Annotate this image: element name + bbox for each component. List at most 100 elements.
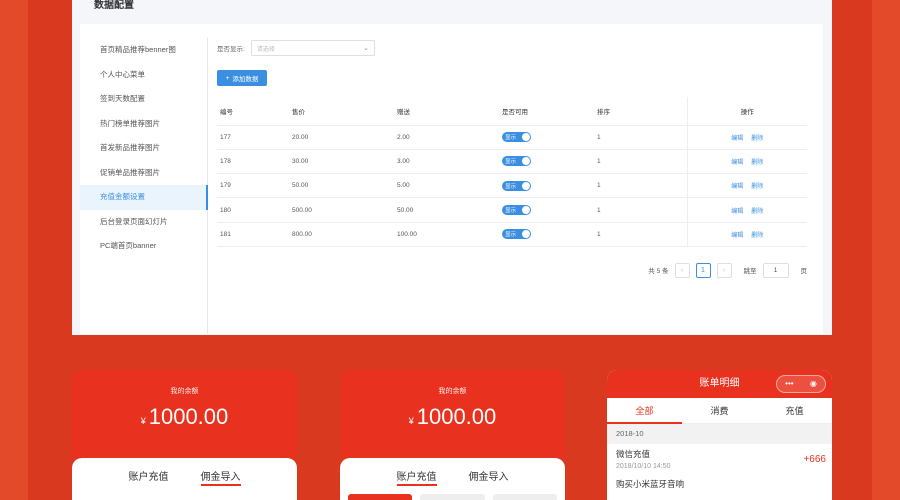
tab-recharge[interactable]: 充值	[757, 398, 832, 423]
col-header: 赠送	[394, 97, 499, 126]
jump-page-input[interactable]: 1	[762, 262, 789, 278]
menu-item[interactable]: 签到天数配置	[80, 87, 207, 112]
enabled-toggle[interactable]: 显示	[502, 156, 531, 167]
toggle-knob	[522, 133, 530, 142]
enabled-toggle[interactable]: 显示	[502, 180, 531, 191]
side-menu: 首页精品推荐benner图 个人中心菜单 签到天数配置 热门榜单推荐图片 首发新…	[80, 38, 208, 334]
next-page-button[interactable]: ›	[716, 262, 732, 278]
entry-date: 2018/10/10 14:50	[616, 463, 671, 470]
menu-item[interactable]: 促销单品推荐图片	[80, 161, 207, 186]
cell-sort: 1	[594, 125, 687, 150]
tab-commission-import[interactable]: 佣金导入	[200, 468, 241, 486]
tab-commission-import[interactable]: 佣金导入	[469, 468, 509, 486]
table-row: 179 50.00 5.00 显示 1 编辑 删除	[217, 173, 807, 199]
entry-amount: +666	[803, 454, 826, 465]
delete-link[interactable]: 删除	[751, 209, 763, 215]
currency-symbol: ¥	[408, 416, 414, 426]
balance-label: 我的余额	[438, 388, 467, 395]
amount-value: 1000.00	[416, 404, 497, 429]
col-header: 操作	[686, 97, 807, 126]
cell-sort: 1	[594, 197, 687, 223]
menu-item[interactable]: 首页精品推荐benner图	[80, 38, 207, 63]
amount-option[interactable]	[492, 494, 557, 500]
col-header: 是否可用	[499, 97, 594, 126]
select-placeholder: 请选择	[256, 46, 275, 53]
enabled-toggle[interactable]: 显示	[502, 229, 531, 240]
page-number-button[interactable]: 1	[695, 262, 711, 278]
menu-item[interactable]: 首发新品推荐图片	[80, 136, 207, 161]
enabled-toggle[interactable]: 显示	[502, 132, 531, 143]
bill-entry[interactable]: 购买小米蓝牙音响	[607, 474, 832, 500]
chevron-down-icon: ⌄	[362, 45, 369, 52]
cell-price: 30.00	[289, 149, 394, 175]
menu-item[interactable]: 后台登录页面幻灯片	[80, 210, 207, 235]
cell-price: 800.00	[289, 222, 394, 247]
menu-item[interactable]: PC端首页banner	[80, 234, 207, 259]
balance-header: 我的余额 ¥1000.00	[72, 370, 297, 458]
balance-card-2: 我的余额 ¥1000.00 账户充值 佣金导入	[340, 370, 565, 500]
pagination: 共 5 条 ‹ 1 › 跳至 1 页	[217, 262, 807, 278]
delete-link[interactable]: 删除	[751, 160, 763, 166]
cell-actions: 编辑 删除	[686, 222, 807, 247]
table-row: 180 500.00 50.00 显示 1 编辑 删除	[217, 197, 807, 223]
edit-link[interactable]: 编辑	[731, 233, 743, 239]
prev-page-button[interactable]: ‹	[674, 262, 690, 278]
display-select[interactable]: 请选择 ⌄	[250, 40, 375, 56]
add-data-button[interactable]: + 添加数据	[217, 70, 267, 86]
delete-link[interactable]: 删除	[751, 233, 763, 239]
delete-link[interactable]: 删除	[751, 136, 763, 142]
cell-bonus: 3.00	[394, 149, 499, 175]
bill-details-card: 账单明细 ••• ◉ 全部 消费 充值 2018-10 微信充值 2018/10…	[607, 370, 832, 500]
page-title: 数据配置	[94, 0, 134, 11]
toggle-knob	[522, 206, 530, 215]
tab-recharge[interactable]: 账户充值	[129, 468, 169, 486]
tab-consume[interactable]: 消费	[682, 398, 757, 423]
close-target-icon[interactable]: ◉	[810, 380, 817, 388]
amount-option[interactable]	[420, 494, 485, 500]
balance-label: 我的余额	[170, 388, 199, 395]
more-icon[interactable]: •••	[785, 380, 793, 388]
amount-value: 1000.00	[148, 404, 229, 429]
cell-id: 179	[217, 173, 289, 199]
cell-price: 50.00	[289, 173, 394, 199]
currency-symbol: ¥	[140, 416, 146, 426]
toggle-label: 显示	[505, 135, 517, 142]
toggle-label: 显示	[505, 208, 517, 215]
edit-link[interactable]: 编辑	[731, 209, 743, 215]
cell-id: 178	[217, 149, 289, 175]
cell-price: 20.00	[289, 125, 394, 150]
filter-row: 是否显示: 请选择 ⌄	[217, 38, 807, 58]
jump-label: 跳至	[743, 268, 757, 276]
menu-item[interactable]: 热门榜单推荐图片	[80, 112, 207, 137]
menu-item[interactable]: 个人中心菜单	[80, 63, 207, 88]
tab-recharge[interactable]: 账户充值	[396, 468, 437, 486]
menu-item-active[interactable]: 充值金额设置	[80, 185, 208, 210]
toggle-knob	[522, 230, 530, 239]
bill-entry[interactable]: 微信充值 2018/10/10 14:50 +666	[607, 444, 832, 474]
table-header-row: 编号 售价 赠送 是否可用 排序 操作	[217, 97, 807, 126]
cell-bonus: 100.00	[394, 222, 499, 247]
edit-link[interactable]: 编辑	[731, 160, 743, 166]
bill-title: 账单明细	[699, 378, 740, 389]
cell-bonus: 50.00	[394, 197, 499, 223]
cell-price: 500.00	[289, 197, 394, 223]
enabled-toggle[interactable]: 显示	[502, 205, 531, 216]
col-header: 售价	[289, 97, 394, 126]
edit-link[interactable]: 编辑	[731, 136, 743, 142]
toggle-label: 显示	[505, 183, 517, 190]
cell-bonus: 2.00	[394, 125, 499, 150]
delete-link[interactable]: 删除	[751, 184, 763, 190]
cell-enabled: 显示	[499, 125, 594, 150]
data-table: 编号 售价 赠送 是否可用 排序 操作 177 20.00 2.00 显示 1 …	[217, 97, 807, 247]
tab-bar: 账户充值 佣金导入	[72, 458, 297, 500]
edit-link[interactable]: 编辑	[731, 184, 743, 190]
amount-option[interactable]	[348, 494, 413, 500]
tab-all[interactable]: 全部	[607, 398, 682, 424]
entry-title: 购买小米蓝牙音响	[616, 479, 685, 489]
cell-sort: 1	[594, 149, 687, 175]
total-count: 共 5 条	[648, 268, 669, 276]
toggle-label: 显示	[505, 159, 517, 166]
cell-enabled: 显示	[499, 149, 594, 175]
cell-id: 177	[217, 125, 289, 150]
balance-card-1: 我的余额 ¥1000.00 账户充值 佣金导入	[72, 370, 297, 500]
